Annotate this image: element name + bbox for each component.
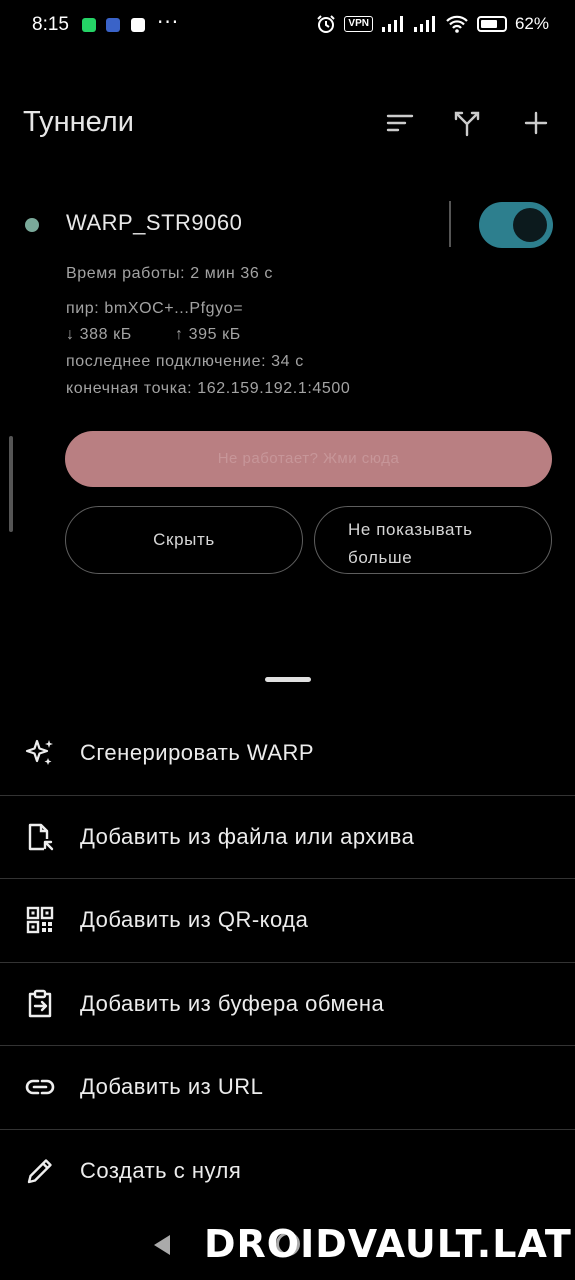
signal-icon [413, 16, 435, 32]
qr-code-icon [24, 904, 56, 936]
handshake-text: последнее подключение: 34 с [66, 353, 304, 370]
wifi-icon [446, 15, 468, 33]
menu-item-add-from-qr[interactable]: Добавить из QR-кода [0, 879, 575, 963]
back-icon[interactable] [152, 1234, 172, 1256]
whatsapp-icon [82, 18, 96, 32]
watermark: DROIDVAULT.LAT [204, 1222, 572, 1266]
status-icons: VPN 62% [316, 14, 549, 34]
not-working-button[interactable]: Не работает? Жми сюда [65, 431, 552, 487]
pencil-icon [24, 1155, 56, 1187]
tunnel-name: WARP_STR9060 [66, 210, 243, 235]
uptime-text: Время работы: 2 мин 36 с [66, 265, 274, 282]
endpoint-text: конечная точка: 162.159.192.1:4500 [66, 380, 351, 397]
alarm-icon [317, 15, 336, 33]
toggle-knob [513, 208, 547, 242]
dont-show-label-line2: больше [348, 548, 413, 567]
menu-item-label: Создать с нуля [80, 1158, 242, 1184]
rx-text: ↓ 388 кБ [66, 326, 132, 343]
link-icon [24, 1071, 56, 1103]
file-icon [24, 821, 56, 853]
status-bar: 8:15 ··· VPN 62% [0, 0, 575, 52]
clipboard-icon [24, 988, 56, 1020]
app-icon [106, 18, 120, 32]
battery-icon [476, 16, 507, 32]
divider [449, 201, 451, 247]
menu-item-generate-warp[interactable]: Сгенерировать WARP [0, 712, 575, 796]
dont-show-label-line1: Не показывать [348, 520, 473, 539]
status-time: 8:15 [32, 14, 69, 35]
dont-show-again-button[interactable]: Не показывать больше [314, 506, 552, 574]
page-title: Туннели [23, 106, 134, 138]
menu-item-add-from-url[interactable]: Добавить из URL [0, 1046, 575, 1130]
battery-percent: 62% [514, 14, 549, 33]
menu-item-label: Сгенерировать WARP [80, 740, 315, 766]
menu-item-create-from-scratch[interactable]: Создать с нуля [0, 1130, 575, 1214]
signal-icon [381, 16, 403, 32]
tx-text: ↑ 395 кБ [175, 326, 241, 343]
menu-item-label: Добавить из URL [80, 1074, 264, 1100]
add-icon[interactable] [521, 108, 551, 138]
hide-button[interactable]: Скрыть [65, 506, 303, 574]
more-notifications-icon: ··· [157, 10, 180, 34]
menu-item-add-from-file[interactable]: Добавить из файла или архива [0, 796, 575, 879]
app-icon [131, 18, 145, 32]
split-icon[interactable] [452, 108, 482, 138]
sparkle-icon [24, 737, 56, 769]
peer-text: пир: bmXOC+...Pfgyo= [66, 300, 244, 317]
menu-item-label: Добавить из буфера обмена [80, 990, 385, 1016]
sheet-drag-handle[interactable] [265, 677, 311, 682]
sort-icon[interactable] [385, 108, 415, 138]
tunnel-toggle[interactable] [479, 202, 553, 248]
add-tunnel-menu: Сгенерировать WARP Добавить из файла или… [0, 712, 575, 1213]
menu-item-add-from-clipboard[interactable]: Добавить из буфера обмена [0, 963, 575, 1046]
scrollbar[interactable] [9, 436, 13, 532]
menu-item-label: Добавить из QR-кода [80, 907, 309, 933]
status-dot [25, 218, 39, 232]
menu-item-label: Добавить из файла или архива [80, 823, 415, 849]
vpn-badge: VPN [344, 16, 373, 32]
